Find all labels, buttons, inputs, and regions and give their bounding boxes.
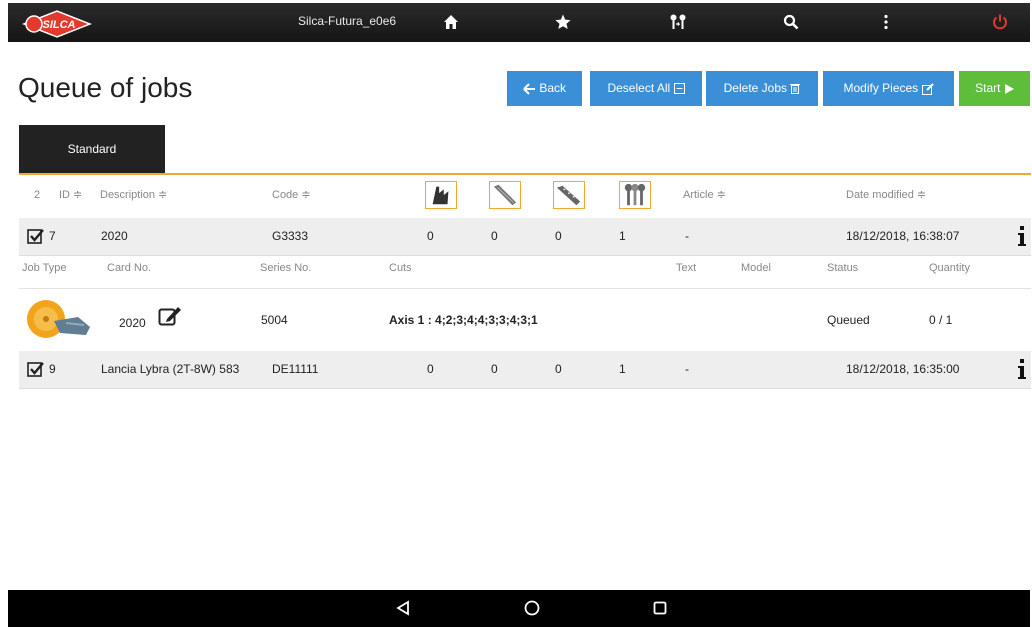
device-name: Silca-Futura_e0e6: [298, 14, 397, 28]
header-description[interactable]: Description ≑: [100, 185, 167, 205]
play-icon: [1004, 83, 1014, 94]
trash-icon: [790, 84, 801, 95]
back-triangle-icon[interactable]: [393, 598, 413, 618]
start-button[interactable]: Start: [959, 71, 1030, 106]
job-code: DE11111: [272, 362, 319, 376]
subheader-job-type: Job Type: [22, 262, 67, 274]
job-id: 7: [49, 229, 56, 243]
job-date: 18/12/2018, 16:35:00: [846, 362, 960, 376]
silca-logo: SILCA: [22, 10, 92, 38]
info-icon[interactable]: [1017, 358, 1027, 380]
modify-pieces-label: Modify Pieces: [843, 81, 919, 95]
job-count-2: 0: [491, 362, 498, 376]
laser-key-icon: [489, 181, 521, 209]
subheader-cuts: Cuts: [389, 262, 412, 274]
job-count-3: 0: [555, 362, 562, 376]
job-count-1: 0: [427, 362, 434, 376]
back-label: Back: [539, 81, 567, 95]
arrow-left-icon: [523, 83, 535, 95]
checkbox-checked-icon[interactable]: [27, 228, 44, 245]
tab-underline: [19, 173, 1031, 175]
table-row[interactable]: 7 2020 G3333 0 0 0 1 - 18/12/2018, 16:38…: [19, 218, 1031, 256]
job-code: G3333: [272, 229, 309, 243]
job-article: -: [685, 229, 689, 243]
minus-box-icon: [673, 83, 685, 95]
table-row[interactable]: 9 Lancia Lybra (2T-8W) 583 DE11111 0 0 0…: [19, 351, 1031, 389]
deselect-all-button[interactable]: Deselect All: [590, 71, 702, 106]
side-cutter-icon: [425, 181, 457, 209]
power-icon[interactable]: [991, 13, 1009, 31]
job-id: 9: [49, 362, 56, 376]
job-count-1: 0: [427, 229, 434, 243]
dimple-key-icon: [553, 181, 585, 209]
deselect-all-label: Deselect All: [607, 81, 671, 95]
job-date: 18/12/2018, 16:38:07: [846, 229, 960, 243]
key-copy-icon[interactable]: [669, 13, 687, 31]
cylinder-keys-icon: [619, 181, 651, 209]
edit-card-icon[interactable]: [158, 305, 182, 327]
detail-status: Queued: [827, 313, 870, 327]
detail-cuts: Axis 1 : 4;2;3;4;4;3;3;4;3;1: [389, 313, 538, 327]
star-icon[interactable]: [554, 13, 572, 31]
checkbox-checked-icon[interactable]: [27, 361, 44, 378]
detail-quantity: 0 / 1: [929, 313, 953, 327]
start-label: Start: [975, 81, 1001, 95]
job-article: -: [685, 362, 689, 376]
top-app-bar: SILCA Silca-Futura_e0e6: [8, 3, 1030, 42]
header-code[interactable]: Code ≑: [272, 185, 311, 205]
disc-cutter-job-icon: [27, 300, 90, 338]
header-id[interactable]: ID ≑: [59, 185, 82, 205]
job-count-3: 0: [555, 229, 562, 243]
system-navigation-bar: [8, 590, 1030, 627]
detail-series-no: 5004: [261, 313, 288, 327]
job-count-4: 1: [619, 229, 626, 243]
edit-icon: [921, 83, 934, 95]
search-icon[interactable]: [782, 13, 800, 31]
subheader-text: Text: [676, 262, 697, 274]
job-description: 2020: [101, 229, 128, 243]
header-article[interactable]: Article ≑: [683, 185, 726, 205]
svg-text:SILCA: SILCA: [43, 19, 76, 31]
subheader-series-no: Series No.: [260, 262, 312, 274]
subheader-status: Status: [827, 262, 859, 274]
tab-standard[interactable]: Standard: [19, 125, 165, 173]
header-date-modified[interactable]: Date modified ≑: [846, 185, 926, 205]
subheader-card-no: Card No.: [107, 262, 152, 274]
divider: [19, 288, 1031, 289]
delete-jobs-button[interactable]: Delete Jobs: [706, 71, 818, 106]
recents-square-icon[interactable]: [650, 598, 670, 618]
home-icon[interactable]: [442, 13, 460, 31]
modify-pieces-button[interactable]: Modify Pieces: [823, 71, 954, 106]
page-title: Queue of jobs: [18, 72, 193, 103]
job-count-4: 1: [619, 362, 626, 376]
home-circle-icon[interactable]: [522, 598, 542, 618]
info-icon[interactable]: [1017, 225, 1027, 247]
back-button[interactable]: Back: [507, 71, 582, 106]
subheader-quantity: Quantity: [929, 262, 970, 274]
detail-card-no: 2020: [119, 316, 146, 330]
subheader-model: Model: [741, 262, 771, 274]
job-count-2: 0: [491, 229, 498, 243]
more-vert-icon[interactable]: [877, 13, 895, 31]
selected-count: 2: [34, 189, 41, 201]
delete-jobs-label: Delete Jobs: [723, 81, 788, 95]
job-description: Lancia Lybra (2T-8W) 583: [101, 362, 240, 376]
